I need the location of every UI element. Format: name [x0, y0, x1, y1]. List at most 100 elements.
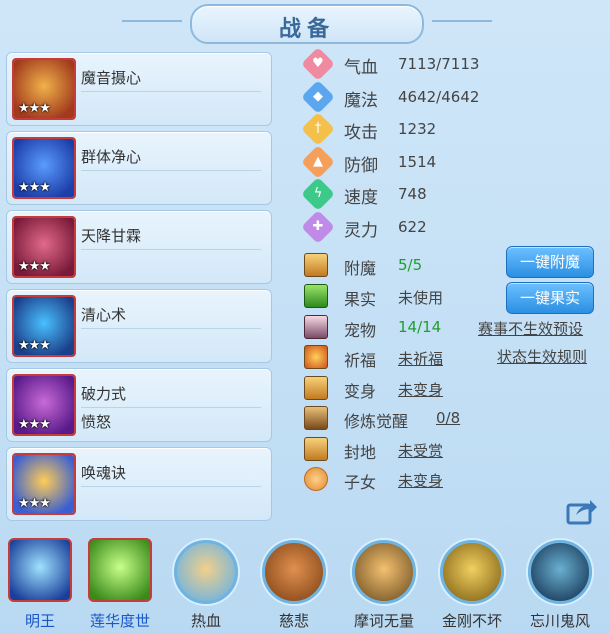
skill-card[interactable]: ★★★ 群体净心 — [6, 131, 272, 205]
stat-row: ϟ 速度 748 — [301, 177, 602, 211]
skill-icon[interactable]: ★★★ — [12, 58, 76, 120]
stat-value: 1232 — [398, 120, 437, 138]
feature-label: 修炼觉醒 — [344, 412, 409, 431]
feature-children[interactable]: 子女 未变身 — [302, 466, 602, 496]
bottom-skill-icon[interactable] — [174, 540, 238, 604]
feature-label: 果实 — [344, 290, 377, 309]
bottom-skill-icon[interactable] — [262, 540, 326, 604]
feature-label: 子女 — [344, 473, 377, 492]
stat-value: 622 — [398, 217, 427, 236]
feature-value[interactable]: 未变身 — [398, 379, 443, 400]
feature-label: 变身 — [344, 382, 377, 401]
skill-card[interactable]: ★★★ 魔音摄心 — [6, 52, 272, 126]
bottom-skill-label: 金刚不坏 — [441, 612, 502, 630]
bottom-skill-label: 莲华度世 — [89, 612, 150, 630]
stat-label: 攻击 — [344, 123, 378, 143]
bottom-skill-icon[interactable] — [8, 538, 72, 602]
bottom-skill-label: 摩诃无量 — [353, 612, 414, 630]
skill-card[interactable]: ★★★ 天降甘霖 — [6, 210, 272, 284]
feature-value[interactable]: 未祈福 — [398, 348, 443, 369]
feature-label: 附魔 — [344, 259, 377, 278]
bottom-skill-label: 热血 — [190, 612, 221, 630]
feature-value: 未使用 — [398, 289, 444, 307]
divider — [81, 486, 261, 487]
feature-value: 14/14 — [398, 318, 442, 336]
stat-value: 7113/7113 — [398, 55, 480, 73]
awaken-icon — [304, 406, 328, 430]
feature-fief[interactable]: 封地 未受赏 — [302, 436, 602, 466]
skill-name: 清心术 — [81, 306, 127, 324]
status-rules-link[interactable]: 状态生效规则 — [497, 346, 587, 367]
stat-row: ◆ 魔法 4642/4642 — [301, 79, 602, 114]
children-icon — [304, 467, 328, 491]
stat-row: † 攻击 1232 — [301, 112, 602, 146]
feature-value[interactable]: 未受赏 — [398, 440, 443, 461]
star-rating: ★★★ — [18, 101, 51, 116]
bottom-skill-label: 明王 — [24, 612, 55, 630]
skill-sub: 愤怒 — [81, 413, 112, 431]
star-rating: ★★★ — [18, 417, 51, 432]
shield-icon: ▲ — [301, 144, 335, 179]
skill-name: 破力式 — [81, 385, 127, 403]
stat-glyph: ▲ — [313, 153, 323, 169]
stat-label: 速度 — [344, 188, 378, 208]
skill-card[interactable]: ★★★ 破力式 愤怒 — [6, 368, 272, 442]
title-left-ornament — [122, 20, 182, 22]
skill-card[interactable]: ★★★ 清心术 — [6, 289, 272, 363]
stat-glyph: ◆ — [313, 88, 323, 104]
feature-label: 宠物 — [344, 321, 377, 340]
star-rating: ★★★ — [18, 496, 51, 511]
stat-glyph: † — [314, 121, 322, 136]
sword-icon: † — [301, 112, 335, 146]
title-banner: 战备 — [122, 4, 492, 44]
star-rating: ★★★ — [18, 180, 51, 195]
skill-name: 唤魂诀 — [81, 464, 127, 482]
one-click-fruit-button[interactable]: 一键果实 — [506, 282, 594, 314]
fruit-icon — [304, 284, 328, 308]
stat-glyph: ✚ — [312, 218, 324, 234]
star-rating: ★★★ — [18, 338, 51, 353]
stat-label: 防御 — [344, 155, 378, 176]
feature-value[interactable]: 0/8 — [436, 409, 460, 427]
skill-icon[interactable]: ★★★ — [12, 295, 76, 357]
stat-glyph: ϟ — [313, 186, 323, 201]
bottom-skill-label: 忘川鬼风 — [529, 612, 590, 630]
skill-icon[interactable]: ★★★ — [12, 137, 76, 199]
feature-label: 祈福 — [344, 351, 377, 370]
skill-icon[interactable]: ★★★ — [12, 216, 76, 278]
skill-name: 魔音摄心 — [81, 69, 142, 87]
bottom-skill-icon[interactable] — [352, 540, 416, 604]
event-preset-link[interactable]: 赛事不生效预设 — [478, 318, 583, 339]
skill-name: 群体净心 — [81, 148, 142, 166]
bless-icon — [304, 345, 328, 369]
stat-row: ✚ 灵力 622 — [301, 209, 602, 244]
share-icon[interactable] — [566, 497, 598, 525]
page-title: 战备 — [278, 17, 335, 42]
feature-value[interactable]: 未变身 — [398, 470, 443, 491]
stat-label: 灵力 — [344, 220, 378, 241]
feature-awaken[interactable]: 修炼觉醒 0/8 — [302, 405, 602, 435]
transform-icon — [304, 376, 328, 400]
speed-icon: ϟ — [301, 177, 335, 211]
one-click-enchant-button[interactable]: 一键附魔 — [506, 246, 594, 278]
feature-value: 5/5 — [398, 256, 423, 274]
divider — [81, 170, 261, 171]
stat-value: 4642/4642 — [398, 87, 480, 106]
bottom-skill-icon[interactable] — [88, 538, 152, 602]
bottom-skill-bar: 明王 莲华度世 热血 慈悲 摩诃无量 金刚不坏 忘川鬼风 — [0, 534, 610, 634]
skill-card[interactable]: ★★★ 唤魂诀 — [6, 447, 272, 521]
divider — [81, 328, 261, 329]
divider — [81, 407, 261, 408]
star-rating: ★★★ — [18, 259, 51, 274]
divider — [81, 91, 261, 92]
title-right-ornament — [432, 20, 492, 22]
heart-icon: ♥ — [301, 47, 335, 81]
skill-icon[interactable]: ★★★ — [12, 453, 76, 515]
bottom-skill-icon[interactable] — [528, 540, 592, 604]
feature-transform[interactable]: 变身 未变身 — [302, 375, 602, 405]
bottom-skill-icon[interactable] — [440, 540, 504, 604]
skill-name: 天降甘霖 — [81, 227, 142, 245]
mana-icon: ◆ — [301, 79, 335, 114]
enchant-icon — [304, 253, 328, 277]
skill-icon[interactable]: ★★★ — [12, 374, 76, 436]
